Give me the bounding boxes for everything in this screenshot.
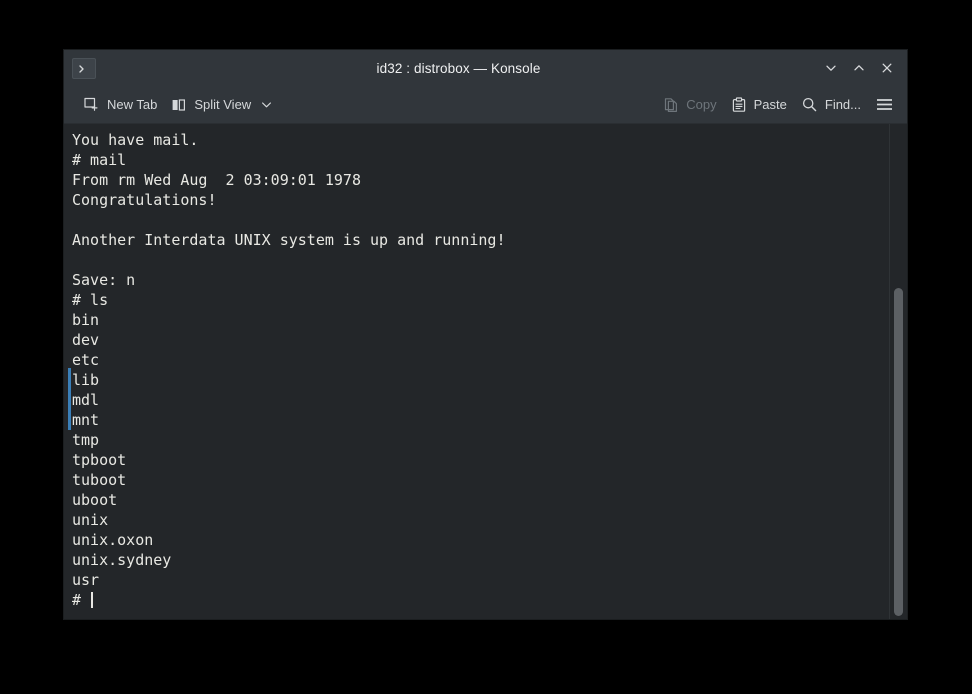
terminal-line: bin xyxy=(72,310,889,330)
terminal-line: # ls xyxy=(72,290,889,310)
terminal-line: unix.sydney xyxy=(72,550,889,570)
chevron-down-icon[interactable] xyxy=(260,98,273,111)
terminal-line-marker xyxy=(68,368,71,430)
terminal-icon xyxy=(72,58,96,79)
hamburger-menu-icon xyxy=(875,96,894,113)
paste-icon xyxy=(731,97,747,113)
find-label: Find... xyxy=(825,97,861,112)
find-button[interactable]: Find... xyxy=(794,92,868,117)
terminal-output[interactable]: You have mail.# mailFrom rm Wed Aug 2 03… xyxy=(64,124,889,619)
new-tab-button[interactable]: New Tab xyxy=(76,92,164,117)
terminal-line: Another Interdata UNIX system is up and … xyxy=(72,230,889,250)
terminal-cursor xyxy=(91,592,93,608)
new-tab-label: New Tab xyxy=(107,97,157,112)
copy-button[interactable]: Copy xyxy=(656,93,723,117)
close-icon xyxy=(880,61,894,75)
terminal-line: uboot xyxy=(72,490,889,510)
terminal-line: lib xyxy=(72,370,889,390)
terminal-prompt-line: # xyxy=(72,590,889,610)
chevron-up-icon xyxy=(852,61,866,75)
konsole-window: id32 : distrobox — Konsole xyxy=(64,50,907,619)
minimize-button[interactable] xyxy=(817,54,845,82)
terminal-line: mdl xyxy=(72,390,889,410)
scrollbar-thumb[interactable] xyxy=(894,288,903,616)
terminal-line: From rm Wed Aug 2 03:09:01 1978 xyxy=(72,170,889,190)
terminal-line: tpboot xyxy=(72,450,889,470)
new-tab-icon xyxy=(83,96,100,113)
paste-button[interactable]: Paste xyxy=(724,93,794,117)
terminal-line: Save: n xyxy=(72,270,889,290)
search-icon xyxy=(801,96,818,113)
terminal-line: unix.oxon xyxy=(72,530,889,550)
terminal-text: You have mail.# mailFrom rm Wed Aug 2 03… xyxy=(64,130,889,610)
split-view-icon xyxy=(171,97,187,113)
window-title: id32 : distrobox — Konsole xyxy=(64,61,907,76)
screen: id32 : distrobox — Konsole xyxy=(0,0,972,694)
split-view-label: Split View xyxy=(194,97,251,112)
paste-label: Paste xyxy=(754,97,787,112)
hamburger-menu-button[interactable] xyxy=(868,92,901,117)
maximize-button[interactable] xyxy=(845,54,873,82)
copy-label: Copy xyxy=(686,97,716,112)
terminal-line: dev xyxy=(72,330,889,350)
terminal-line xyxy=(72,210,889,230)
close-button[interactable] xyxy=(873,54,901,82)
terminal-line xyxy=(72,250,889,270)
terminal-line: # mail xyxy=(72,150,889,170)
terminal-line: You have mail. xyxy=(72,130,889,150)
chevron-down-icon xyxy=(824,61,838,75)
toolbar: New Tab Split View xyxy=(64,86,907,124)
split-view-button[interactable]: Split View xyxy=(164,93,280,117)
terminal-prompt: # xyxy=(72,591,90,609)
terminal-line: tuboot xyxy=(72,470,889,490)
terminal-area: You have mail.# mailFrom rm Wed Aug 2 03… xyxy=(64,124,907,619)
copy-icon xyxy=(663,97,679,113)
terminal-line: unix xyxy=(72,510,889,530)
terminal-line: etc xyxy=(72,350,889,370)
terminal-line: usr xyxy=(72,570,889,590)
terminal-scrollbar[interactable] xyxy=(889,124,907,619)
terminal-line: tmp xyxy=(72,430,889,450)
title-bar[interactable]: id32 : distrobox — Konsole xyxy=(64,50,907,86)
terminal-line: Congratulations! xyxy=(72,190,889,210)
terminal-line: mnt xyxy=(72,410,889,430)
